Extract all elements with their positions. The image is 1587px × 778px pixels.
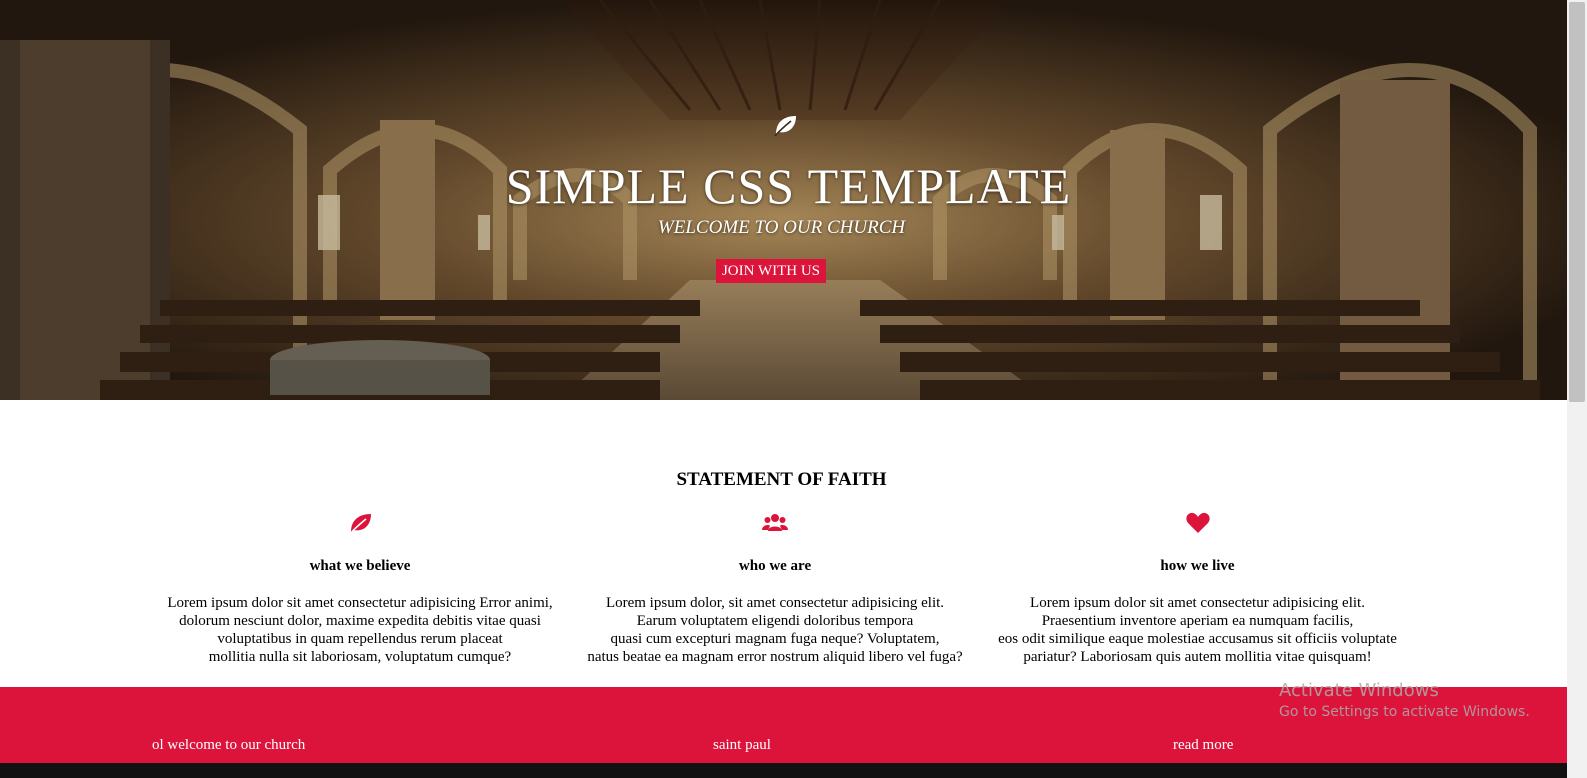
column-body-line: natus beatae ea magnam error nostrum ali… — [587, 649, 963, 665]
footer-link-saint-paul[interactable]: saint paul — [713, 736, 771, 754]
column-body: Lorem ipsum dolor sit amet consectetur a… — [150, 594, 570, 666]
hero-title: SIMPLE CSS TEMPLATE — [505, 158, 1072, 214]
page-scrollbar-thumb[interactable] — [1569, 2, 1585, 402]
column-body-line: Earum voluptatem eligendi doloribus temp… — [636, 613, 914, 629]
leaf-icon — [774, 116, 796, 137]
column-body-line: voluptatibus in quam repellendus rerum p… — [217, 631, 503, 647]
column-body-line: Lorem ipsum dolor sit amet consectetur a… — [1030, 595, 1365, 611]
column-body-line: pariatur? Laboriosam quis autem mollitia… — [1023, 649, 1372, 665]
watermark-title: Activate Windows — [1279, 680, 1439, 701]
column-how-we-live: how we live Lorem ipsum dolor sit amet c… — [980, 510, 1415, 665]
column-heading: how we live — [1160, 558, 1235, 574]
leaf-icon — [349, 514, 371, 535]
column-body: Lorem ipsum dolor, sit amet consectetur … — [570, 594, 980, 666]
column-heading: what we believe — [309, 558, 411, 574]
hero-subtitle: WELCOME TO OUR CHURCH — [657, 217, 906, 238]
activate-windows-watermark: Activate Windows Go to Settings to activ… — [1279, 680, 1530, 722]
column-what-we-believe: what we believe Lorem ipsum dolor sit am… — [150, 510, 570, 665]
watermark-subtitle: Go to Settings to activate Windows. — [1279, 704, 1530, 720]
hero-content: SIMPLE CSS TEMPLATE WELCOME TO OUR CHURC… — [0, 0, 1567, 400]
statement-title: STATEMENT OF FAITH — [676, 469, 887, 490]
footer-link-read-more[interactable]: read more — [1173, 736, 1233, 754]
column-body-line: Lorem ipsum dolor, sit amet consectetur … — [605, 595, 945, 611]
column-body-line: eos odit similique eaque molestiae accus… — [998, 631, 1397, 647]
column-heading: who we are — [738, 558, 812, 574]
users-icon — [762, 514, 788, 531]
bottom-edge-bar — [0, 763, 1567, 778]
column-body-line: Lorem ipsum dolor sit amet consectetur a… — [167, 595, 553, 611]
heart-icon — [1185, 512, 1210, 533]
column-body-line: mollitia nulla sit laboriosam, voluptatu… — [208, 649, 512, 665]
column-who-we-are: who we are Lorem ipsum dolor, sit amet c… — [570, 510, 980, 665]
column-body-line: quasi cum excepturi magnam fuga neque? V… — [610, 631, 940, 647]
column-body-line: Praesentium inventore aperiam ea numquam… — [1041, 613, 1354, 629]
hero-banner: SIMPLE CSS TEMPLATE WELCOME TO OUR CHURC… — [0, 0, 1567, 400]
footer-link-welcome[interactable]: ol welcome to our church — [152, 736, 305, 754]
column-body: Lorem ipsum dolor sit amet consectetur a… — [980, 594, 1415, 666]
column-body-line: dolorum nesciunt dolor, maxime expedita … — [179, 613, 541, 629]
join-button[interactable]: JOIN WITH US — [716, 259, 826, 283]
